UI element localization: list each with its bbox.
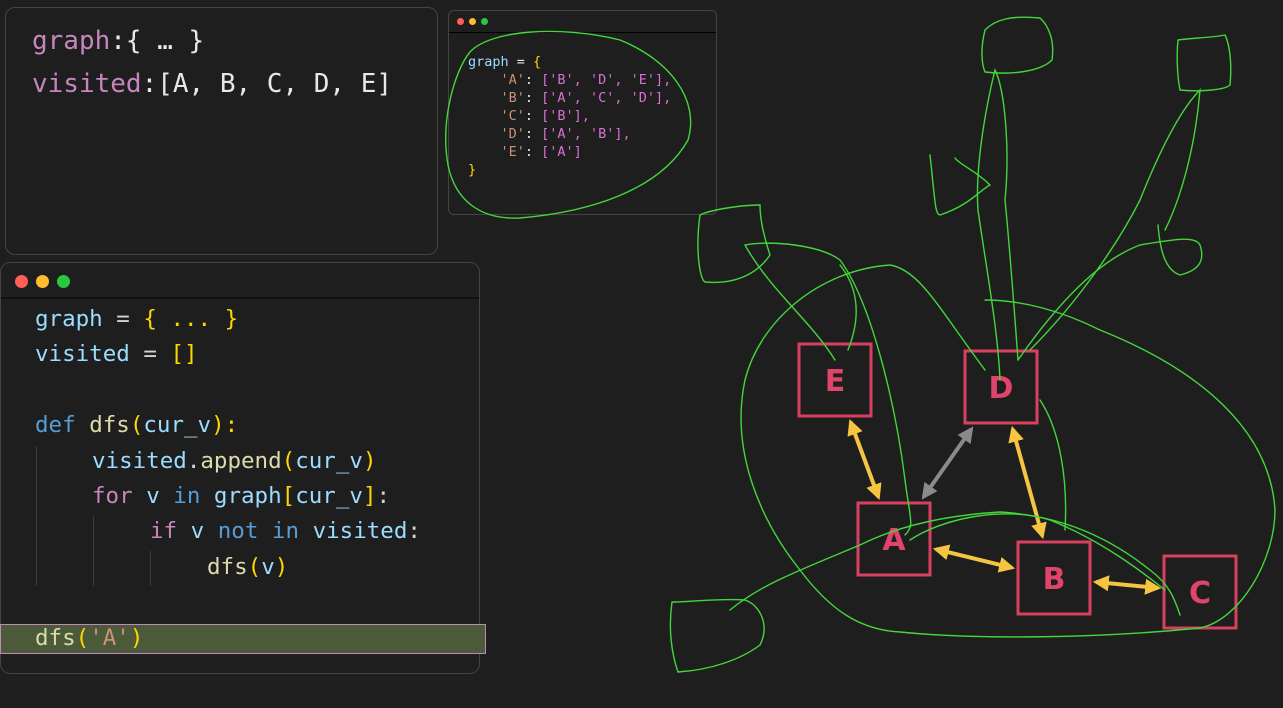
edge-E-A [847,418,882,501]
edges-layer [847,418,1162,595]
node-label: B [1043,562,1066,597]
annotation-stroke [729,511,1181,616]
edge-D-B [1008,425,1047,540]
annotation-stroke [981,16,1054,74]
node-A: A [856,501,932,577]
node-label: D [989,371,1014,406]
node-E: E [797,342,873,418]
node-label: C [1189,576,1211,611]
edge-B-C [1092,575,1162,595]
annotation-stroke [1176,34,1232,92]
annotation-stroke [929,154,992,216]
node-D: D [963,349,1039,425]
node-label: E [825,364,846,399]
annotation-stroke [669,598,765,673]
annotation-stroke [976,67,1019,381]
edge-A-B [932,544,1016,573]
node-C: C [1162,554,1238,630]
annotation-stroke [839,264,857,351]
annotation-stroke [1017,224,1203,361]
edge-D-A [921,426,974,500]
graph-diagram: E D A B C [445,16,1276,673]
node-B: B [1016,540,1092,616]
annotation-stroke [1039,399,1067,531]
annotation-stroke [445,30,692,219]
nodes-layer: E D A B C [797,342,1238,630]
